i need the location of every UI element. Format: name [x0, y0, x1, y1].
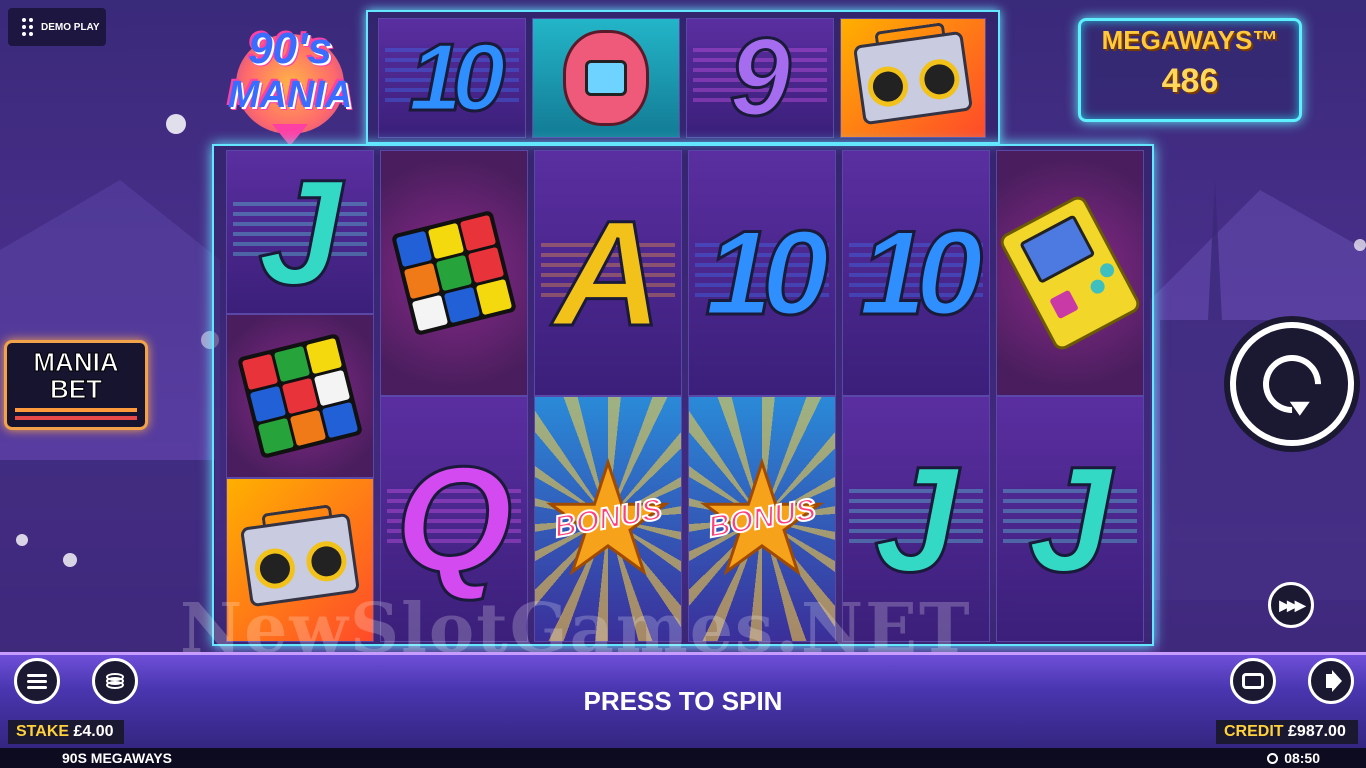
reel-symbol-gameboy [996, 150, 1144, 396]
reel-symbol-boombox [840, 18, 986, 138]
logo-line1: 90's [248, 24, 332, 73]
reel-symbol-ten: 10 [842, 150, 990, 396]
reel-symbol-ten: 10 [378, 18, 526, 138]
stake-display: STAKE £4.00 [8, 720, 124, 744]
reel-symbol-ten: 10 [688, 150, 836, 396]
press-to-spin-label: PRESS TO SPIN [583, 686, 783, 716]
top-reel: 10 9 [366, 10, 1000, 144]
reel-symbol-nine: 9 [686, 18, 834, 138]
megaways-counter: MEGAWAYS™ 486 [1078, 18, 1302, 122]
main-reels: J Q A ★ BONUS 10 ★ BONUS 10 J J [212, 144, 1154, 646]
reel-symbol-tamagotchi [532, 18, 680, 138]
mania-bet-line1: MANIA [33, 347, 119, 377]
game-name: 90S MEGAWAYS [62, 750, 172, 766]
clock: 08:50 [1267, 748, 1320, 768]
logo-line2: MANIA [227, 74, 353, 116]
gameboy-icon [997, 193, 1143, 353]
spin-arrow-icon [1250, 342, 1334, 426]
game-logo: 90's MANIA [222, 12, 358, 146]
turbo-button[interactable]: ▶▶▶ [1268, 582, 1314, 628]
credit-value: £987.00 [1288, 723, 1346, 740]
status-bar: 90S MEGAWAYS 08:50 [0, 748, 1366, 768]
credit-label: CREDIT [1224, 723, 1284, 740]
stake-value: £4.00 [73, 723, 114, 740]
bonus-star-icon: ★ BONUS [693, 435, 830, 603]
demo-play-label: DEMO PLAY [41, 21, 100, 33]
reel-symbol-a: A [534, 150, 682, 396]
tamagotchi-icon [563, 30, 649, 126]
bonus-star-icon: ★ BONUS [539, 435, 676, 603]
stake-label: STAKE [16, 723, 70, 740]
demo-play-tag[interactable]: DEMO PLAY [8, 8, 106, 46]
clock-icon [1267, 753, 1279, 764]
megaways-title: MEGAWAYS™ [1101, 25, 1279, 55]
grid-menu-icon [22, 18, 33, 36]
mania-bet-line2: BET [50, 374, 103, 405]
fast-forward-icon: ▶▶▶ [1279, 596, 1305, 613]
reel-symbol-rubiks-cube [380, 150, 528, 396]
mania-bet-button[interactable]: MANIA BET [4, 340, 148, 430]
rubiks-cube-icon [390, 209, 518, 337]
spin-button[interactable] [1230, 322, 1354, 446]
reel-symbol-j: J [226, 150, 374, 314]
megaways-count: 486 [1161, 62, 1219, 100]
rubiks-cube-icon [236, 332, 364, 460]
credit-display: CREDIT £987.00 [1216, 720, 1358, 744]
boombox-icon [852, 22, 974, 126]
reel-symbol-rubiks-cube [226, 314, 374, 478]
clock-time: 08:50 [1284, 750, 1320, 766]
